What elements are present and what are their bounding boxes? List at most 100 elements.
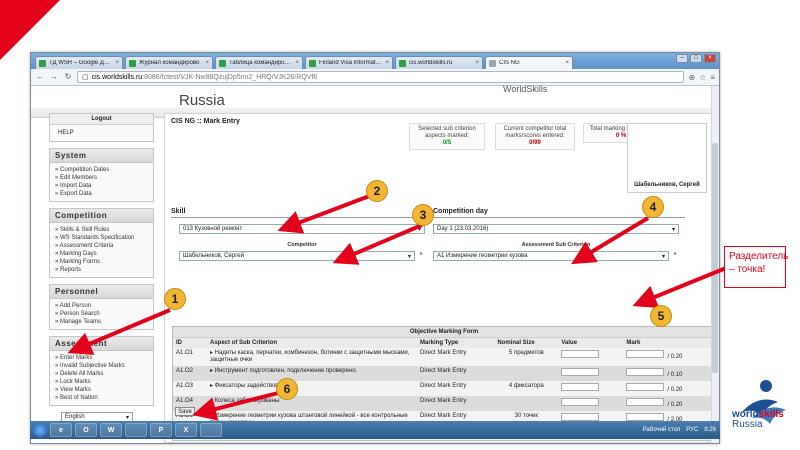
reload-icon[interactable]: ↻ (63, 72, 73, 82)
language-indicator[interactable]: РУС (686, 427, 698, 433)
row-max-mark: / 0.10 (667, 372, 683, 378)
tab-favicon-icon (489, 59, 496, 67)
browser-tab[interactable]: Finland Visa Information × (305, 56, 393, 69)
taskbar-app-icon[interactable] (200, 423, 222, 437)
mark-input[interactable] (626, 398, 665, 406)
taskbar-app-icon[interactable] (125, 423, 147, 437)
logout-link[interactable]: Logout (50, 114, 153, 125)
site-logo[interactable]: Russia (179, 93, 259, 108)
sidebar-section-title: System (50, 149, 153, 163)
sidebar-link[interactable]: » View Marks (55, 386, 148, 394)
sidebar-link[interactable]: » Marking Forms (55, 258, 148, 266)
tab-close-icon[interactable]: × (205, 60, 209, 66)
tab-favicon-icon (309, 59, 316, 67)
sidebar-link[interactable]: » Reports (55, 266, 148, 274)
tab-label: Журнал командирово (139, 60, 200, 66)
tab-close-icon[interactable]: × (565, 60, 569, 66)
taskbar-app-icon[interactable]: W (100, 423, 122, 437)
row-nominal-size (494, 366, 559, 381)
tab-close-icon[interactable]: × (385, 60, 389, 66)
chevron-down-icon: ▾ (407, 253, 411, 260)
desktop-label[interactable]: Рабочий стол (643, 427, 681, 433)
row-mark-cell: / 0.20 (623, 348, 715, 366)
day-select[interactable]: Day 1 (23.03.2016) ▾ (433, 224, 679, 234)
maximize-icon[interactable]: □ (690, 54, 702, 63)
sidebar-link[interactable]: » Best of Nation (55, 394, 148, 402)
taskbar-app-icon[interactable]: X (175, 423, 197, 437)
sidebar-link[interactable]: » Enter Marks (55, 354, 148, 362)
start-icon[interactable] (33, 423, 47, 437)
sidebar-link[interactable]: » WS Standards Specification (55, 234, 148, 242)
sub-criterion-select[interactable]: A1 Измерение геометрии кузова ▾ (433, 251, 669, 261)
scrollbar-thumb[interactable] (712, 143, 718, 373)
sidebar-link[interactable]: » Delete All Marks (55, 370, 148, 378)
sidebar-link[interactable]: » Skills & Skill Rules (55, 226, 148, 234)
sidebar-link[interactable]: » Assessment Criteria (55, 242, 148, 250)
url-field[interactable]: ▢ cis.worldskills.ru:8086/tctest/VJK-Nw8… (77, 71, 685, 83)
value-input[interactable] (561, 413, 600, 421)
system-tray: Рабочий стол РУС 8:26 (643, 421, 716, 439)
value-input[interactable] (561, 398, 600, 406)
sidebar-section-items: » Skills & Skill Rules» WS Standards Spe… (50, 223, 153, 277)
taskbar-app-icon[interactable]: e (50, 423, 72, 437)
zoom-icon[interactable]: ⊕ (688, 73, 695, 82)
back-icon[interactable]: ← (35, 72, 45, 82)
star-icon[interactable]: ☆ (699, 73, 706, 82)
tab-label: ТД WSR – Google Диск (49, 60, 113, 66)
tab-close-icon[interactable]: × (115, 60, 119, 66)
stat-label: Selected sub criterion aspects marked: (418, 126, 476, 139)
skill-divider (171, 217, 423, 218)
mark-input[interactable] (626, 413, 665, 421)
sidebar-link[interactable]: » Lock Marks (55, 378, 148, 386)
browser-tab[interactable]: Журнал командирово × (125, 56, 213, 69)
sidebar-link[interactable]: » Manage Teams (55, 318, 148, 326)
help-link[interactable]: HELP (50, 125, 153, 141)
row-value-cell (558, 381, 624, 396)
next-criterion-icon[interactable]: » (671, 251, 679, 257)
sidebar-link[interactable]: » Marking Days (55, 250, 148, 258)
taskbar-app-icon[interactable]: P (150, 423, 172, 437)
stat-box: Current competitor total marks/scores en… (495, 123, 575, 150)
browser-window: ТД WSR – Google Диск × Журнал командирово ×… (30, 52, 720, 444)
mark-input[interactable] (626, 383, 665, 391)
browser-tab[interactable]: CIS NG × (485, 56, 573, 69)
step-badge-1: 1 (164, 288, 186, 310)
sidebar-link[interactable]: » Person Search (55, 310, 148, 318)
menu-icon[interactable]: ≡ (710, 73, 715, 82)
browser-tab[interactable]: ТД WSR – Google Диск × (35, 56, 123, 69)
competitor-select[interactable]: Шабельников, Сергей ▾ (179, 251, 415, 261)
skill-select[interactable]: 013 Кузовной ремонт ▾ (179, 224, 425, 234)
tab-favicon-icon (219, 59, 226, 67)
value-input[interactable] (561, 368, 600, 376)
sidebar-link[interactable]: » Edit Members (55, 174, 148, 182)
sidebar-link[interactable]: » Invalid Subjective Marks (55, 362, 148, 370)
forward-icon[interactable]: → (49, 72, 59, 82)
row-aspect: ▸ Надеты каска, перчатки, комбинезон, бо… (207, 348, 417, 366)
stat-value: 0/99 (529, 140, 541, 146)
table-row: A1.O4 ▸ Колеса заблокированы. Direct Mark … (173, 396, 715, 411)
browser-tab[interactable]: Таблица командировок × (215, 56, 303, 69)
browser-tab[interactable]: cis.worldskills.ru × (395, 56, 483, 69)
save-button[interactable]: Save (175, 407, 195, 416)
sidebar-section-title: Personnel (50, 285, 153, 299)
tab-close-icon[interactable]: × (475, 60, 479, 66)
sidebar-link[interactable]: » Import Data (55, 182, 148, 190)
value-input[interactable] (561, 350, 600, 358)
sidebar-link[interactable]: » Competition Dates (55, 166, 148, 174)
sidebar-link[interactable]: » Export Data (55, 190, 148, 198)
minimize-icon[interactable]: – (676, 54, 688, 63)
next-competitor-icon[interactable]: » (417, 251, 425, 257)
tab-favicon-icon (129, 59, 136, 67)
step-badge-3: 3 (412, 204, 434, 226)
url-domain: cis.worldskills.ru (91, 73, 143, 81)
value-input[interactable] (561, 383, 600, 391)
tab-favicon-icon (399, 59, 406, 67)
skill-select-value: 013 Кузовной ремонт (183, 226, 243, 232)
taskbar-app-icon[interactable]: O (75, 423, 97, 437)
sidebar-link[interactable]: » Add Person (55, 302, 148, 310)
tab-close-icon[interactable]: × (295, 60, 299, 66)
close-icon[interactable]: × (704, 54, 716, 63)
mark-input[interactable] (626, 368, 665, 376)
row-value-cell (558, 396, 624, 411)
mark-input[interactable] (626, 350, 665, 358)
